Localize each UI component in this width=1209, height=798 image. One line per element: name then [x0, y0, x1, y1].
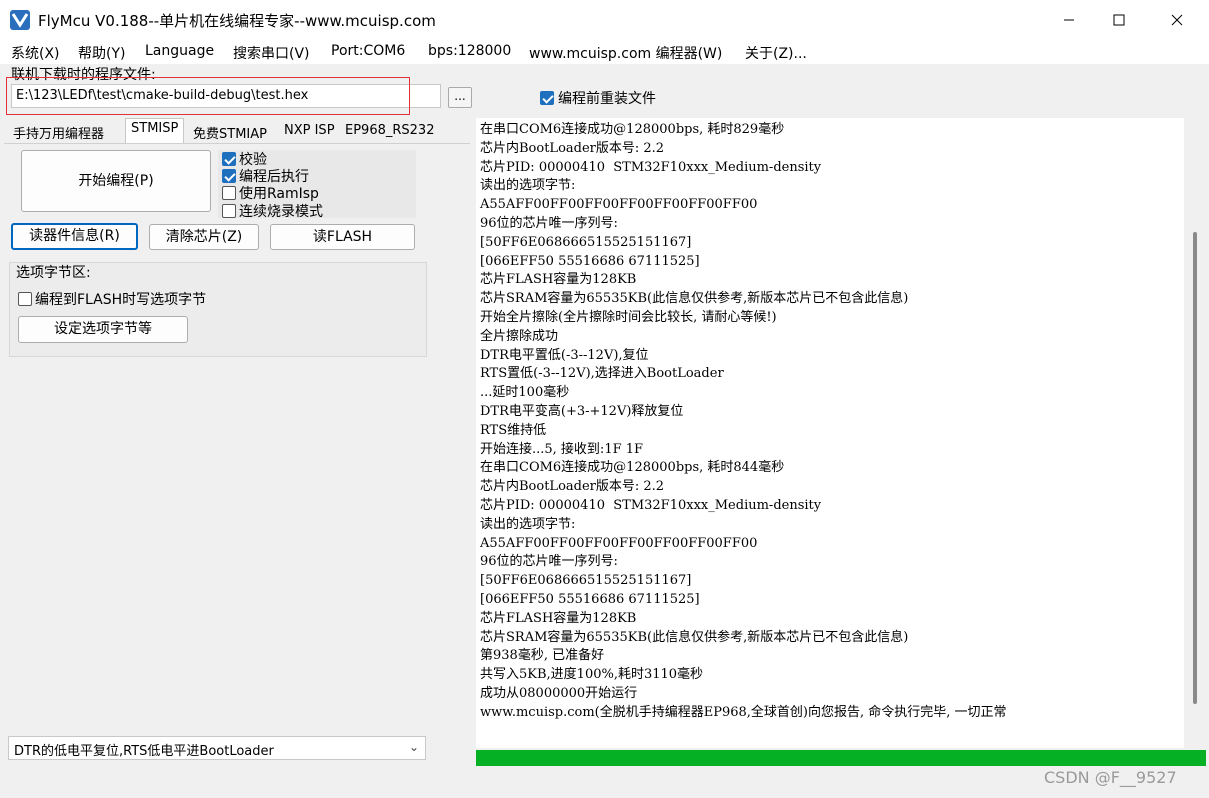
log-line: 芯片FLASH容量为128KB	[480, 272, 637, 288]
verify-checkbox[interactable]	[222, 152, 236, 166]
maximize-button[interactable]	[1094, 0, 1144, 40]
watermark: CSDN @F__9527	[1044, 768, 1177, 787]
log-line: www.mcuisp.com(全脱机手持编程器EP968,全球首创)向您报告, …	[480, 704, 1007, 720]
log-line: 全片擦除成功	[480, 328, 559, 344]
continuous-label: 连续烧录模式	[239, 204, 323, 220]
menu-port[interactable]: Port:COM6	[331, 43, 405, 59]
log-line: 读出的选项字节:	[480, 178, 576, 194]
menu-programmer[interactable]: www.mcuisp.com 编程器(W)	[529, 43, 722, 63]
tab-nxp-isp[interactable]: NXP ISP	[279, 121, 340, 143]
tab-handheld[interactable]: 手持万用编程器	[8, 121, 109, 143]
log-line: A55AFF00FF00FF00FF00FF00FF00FF00	[480, 197, 758, 213]
write-option-bytes-checkbox[interactable]	[18, 292, 32, 306]
option-bytes-title: 选项字节区:	[16, 265, 91, 281]
chevron-down-icon: ⌄	[408, 740, 419, 754]
log-line: 芯片FLASH容量为128KB	[480, 610, 637, 626]
log-line: 96位的芯片唯一序列号:	[480, 554, 618, 570]
menu-language[interactable]: Language	[145, 43, 214, 59]
menu-about[interactable]: 关于(Z)...	[745, 43, 807, 63]
run-after-checkbox[interactable]	[222, 169, 236, 183]
title-bar: FlyMcu V0.188--单片机在线编程专家--www.mcuisp.com	[0, 0, 1209, 40]
reload-file-option[interactable]: 编程前重装文件	[540, 88, 656, 108]
set-option-bytes-button[interactable]: 设定选项字节等	[18, 316, 188, 343]
start-programming-button[interactable]: 开始编程(P)	[21, 150, 211, 212]
log-line: RTS维持低	[480, 422, 547, 438]
reload-checkbox[interactable]	[540, 91, 554, 105]
read-info-button[interactable]: 读器件信息(R)	[11, 223, 138, 250]
log-line: 芯片内BootLoader版本号: 2.2	[480, 140, 665, 156]
log-line: 共写入5KB,进度100%,耗时3110毫秒	[480, 667, 704, 683]
option-continuous[interactable]: 连续烧录模式	[222, 201, 323, 221]
log-line: 第938毫秒, 已准备好	[480, 648, 605, 664]
log-line: [50FF6E068666515525151167]	[480, 573, 692, 589]
log-line: A55AFF00FF00FF00FF00FF00FF00FF00	[480, 535, 758, 551]
log-line: 在串口COM6连接成功@128000bps, 耗时829毫秒	[480, 122, 785, 137]
log-line: [50FF6E068666515525151167]	[480, 234, 692, 250]
log-output[interactable]: 在串口COM6连接成功@128000bps, 耗时829毫秒 芯片内BootLoa…	[476, 118, 1184, 748]
log-line: DTR电平变高(+3-+12V)释放复位	[480, 404, 684, 419]
log-scrollbar[interactable]	[1186, 118, 1208, 748]
log-line: 芯片PID: 00000410 STM32F10xxx_Medium-densi…	[480, 498, 822, 513]
menu-system[interactable]: 系统(X)	[11, 43, 60, 63]
log-line: [066EFF50 55516686 67111525]	[480, 592, 700, 607]
menu-bps[interactable]: bps:128000	[428, 43, 511, 59]
log-line: 读出的选项字节:	[480, 516, 576, 532]
tab-ep968[interactable]: EP968_RS232	[340, 121, 439, 143]
window-title: FlyMcu V0.188--单片机在线编程专家--www.mcuisp.com	[38, 12, 436, 30]
log-line: 芯片SRAM容量为65535KB(此信息仅供参考,新版本芯片已不包含此信息)	[480, 629, 909, 645]
ramisp-label: 使用RamIsp	[239, 186, 319, 202]
log-line: 开始连接...5, 接收到:1F 1F	[480, 441, 644, 457]
log-line: 芯片SRAM容量为65535KB(此信息仅供参考,新版本芯片已不包含此信息)	[480, 291, 909, 307]
tab-stmiap[interactable]: 免费STMIAP	[188, 121, 272, 143]
menu-search-port[interactable]: 搜索串口(V)	[233, 43, 310, 63]
log-line: 成功从08000000开始运行	[480, 686, 638, 701]
maximize-icon	[1113, 14, 1125, 26]
log-scrollbar-thumb[interactable]	[1193, 232, 1197, 704]
continuous-checkbox[interactable]	[222, 204, 236, 218]
read-flash-button[interactable]: 读FLASH	[270, 224, 415, 250]
boot-mode-select[interactable]: DTR的低电平复位,RTS低电平进BootLoader ⌄	[8, 736, 426, 760]
log-line: 在串口COM6连接成功@128000bps, 耗时844毫秒	[480, 460, 785, 476]
log-line: DTR电平置低(-3--12V),复位	[480, 347, 649, 363]
progress-bar	[476, 750, 1206, 766]
menu-help[interactable]: 帮助(Y)	[78, 43, 125, 63]
progress-fill	[476, 750, 1206, 766]
log-line: 芯片内BootLoader版本号: 2.2	[480, 479, 665, 495]
log-line: RTS置低(-3--12V),选择进入BootLoader	[480, 366, 724, 382]
log-line: 96位的芯片唯一序列号:	[480, 216, 618, 231]
write-option-bytes-option[interactable]: 编程到FLASH时写选项字节	[18, 289, 206, 309]
app-icon	[10, 10, 30, 30]
boot-mode-value: DTR的低电平复位,RTS低电平进BootLoader	[14, 744, 274, 759]
log-line: ...延时100毫秒	[480, 385, 570, 401]
minimize-icon	[1064, 19, 1074, 21]
close-button[interactable]	[1152, 0, 1202, 40]
highlight-frame	[6, 77, 410, 115]
option-ramisp[interactable]: 使用RamIsp	[222, 183, 319, 203]
log-line: 芯片PID: 00000410 STM32F10xxx_Medium-densi…	[480, 159, 822, 175]
reload-label: 编程前重装文件	[558, 91, 656, 107]
write-option-bytes-label: 编程到FLASH时写选项字节	[35, 292, 207, 308]
tab-stmisp[interactable]: STMISP	[125, 118, 185, 144]
close-icon	[1171, 14, 1183, 26]
browse-button[interactable]: ...	[448, 87, 472, 108]
ramisp-checkbox[interactable]	[222, 186, 236, 200]
log-line: 开始全片擦除(全片擦除时间会比较长, 请耐心等候!)	[480, 310, 777, 325]
minimize-button[interactable]	[1044, 0, 1094, 40]
menu-bar: 系统(X) 帮助(Y) Language 搜索串口(V) Port:COM6 b…	[0, 40, 1209, 64]
erase-chip-button[interactable]: 清除芯片(Z)	[149, 224, 259, 250]
log-line: [066EFF50 55516686 67111525]	[480, 253, 700, 269]
